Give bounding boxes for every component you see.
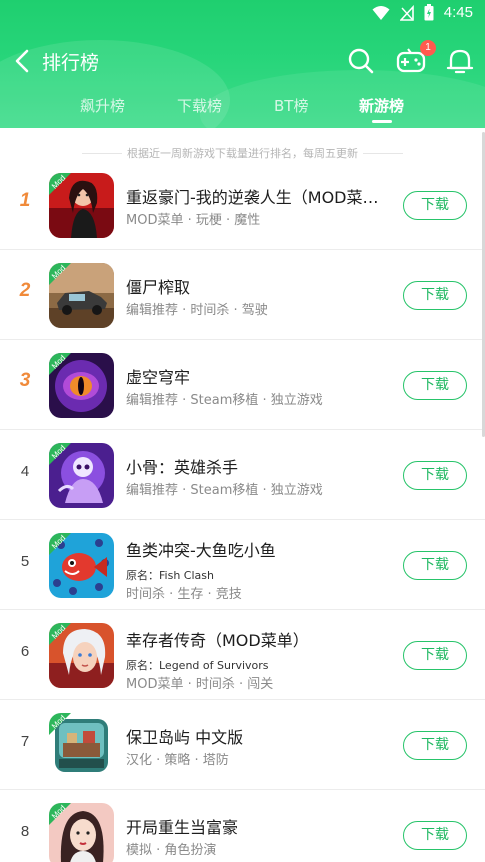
notice-divider-right (363, 153, 403, 154)
app-name: 小骨：英雄杀手 (126, 458, 239, 477)
status-bar: 4:45 (0, 0, 485, 28)
list-item[interactable]: 1 Mod 重返豪门-我的逆袭人生（MOD菜单... MOD菜单 · 玩梗 · … (0, 160, 485, 250)
app-icon[interactable]: Mod (49, 533, 114, 598)
wifi-icon (372, 5, 390, 20)
active-tab-indicator (372, 120, 392, 123)
app-tags: 汉化 · 策略 · 塔防 (126, 753, 229, 768)
download-button[interactable]: 下载 (403, 191, 467, 220)
list-item[interactable]: 5 Mod 鱼类冲突-大鱼吃小鱼 原名：Fish Clash 时间杀 · 生存 … (0, 520, 485, 610)
list-item[interactable]: 3 Mod 虚空穹牢 编辑推荐 · Steam移植 · 独立游戏 下载 (0, 340, 485, 430)
app-name: 幸存者传奇（MOD菜单） (126, 631, 309, 650)
rank-number: 4 (20, 463, 30, 480)
app-icon[interactable]: Mod (49, 623, 114, 688)
battery-icon (424, 4, 434, 21)
search-icon[interactable] (346, 46, 376, 76)
app-name: 开局重生当富豪 (126, 818, 239, 837)
app-name: 僵尸榨取 (126, 278, 191, 297)
list-item[interactable]: 7 Mod 保卫岛屿 中文版 汉化 · 策略 · 塔防 下载 (0, 700, 485, 790)
app-tags: 编辑推荐 · 时间杀 · 驾驶 (126, 303, 268, 318)
app-icon[interactable]: Mod (49, 443, 114, 508)
app-original-name: 原名：Legend of Survivors (126, 659, 269, 672)
download-button[interactable]: 下载 (403, 371, 467, 400)
download-button[interactable]: 下载 (403, 281, 467, 310)
header-bar: 4:45 排行榜 1 飙升榜 下载榜 BT榜 新游榜 (0, 0, 485, 128)
tab-bt[interactable]: BT榜 (274, 95, 308, 116)
rank-number: 2 (19, 280, 31, 301)
download-button[interactable]: 下载 (403, 731, 467, 760)
tab-new-games[interactable]: 新游榜 (359, 95, 404, 116)
list-item[interactable]: 8 Mod 开局重生当富豪 模拟 · 角色扮演 下载 (0, 790, 485, 862)
tab-rising[interactable]: 飙升榜 (80, 95, 125, 116)
back-arrow-icon[interactable] (12, 48, 36, 74)
app-icon[interactable]: Mod (49, 353, 114, 418)
list-item[interactable]: 2 Mod 僵尸榨取 编辑推荐 · 时间杀 · 驾驶 下载 (0, 250, 485, 340)
notification-badge: 1 (420, 40, 436, 56)
signal-icon (399, 4, 414, 21)
title-bar: 排行榜 (0, 40, 485, 84)
rank-number: 3 (19, 370, 31, 391)
app-tags: MOD菜单 · 时间杀 · 闯关 (126, 677, 274, 692)
app-icon[interactable]: Mod (49, 803, 114, 862)
tab-bar: 飙升榜 下载榜 BT榜 新游榜 (0, 92, 485, 128)
app-tags: MOD菜单 · 玩梗 · 魔性 (126, 213, 261, 228)
app-original-name: 原名：Fish Clash (126, 569, 214, 582)
app-icon[interactable]: Mod (49, 713, 114, 778)
download-button[interactable]: 下载 (403, 821, 467, 850)
app-tags: 模拟 · 角色扮演 (126, 843, 217, 858)
bell-icon[interactable] (445, 46, 475, 76)
app-name: 保卫岛屿 中文版 (126, 728, 244, 747)
rank-number: 6 (20, 643, 30, 660)
rank-number: 7 (20, 733, 30, 750)
rank-number: 5 (20, 553, 30, 570)
download-button[interactable]: 下载 (403, 551, 467, 580)
status-time: 4:45 (443, 4, 473, 21)
list-item[interactable]: 6 Mod 幸存者传奇（MOD菜单） 原名：Legend of Survivor… (0, 610, 485, 700)
download-button[interactable]: 下载 (403, 641, 467, 670)
rank-number: 8 (20, 823, 30, 840)
app-tags: 编辑推荐 · Steam移植 · 独立游戏 (126, 393, 323, 408)
rank-number: 1 (19, 190, 31, 211)
app-name: 虚空穹牢 (126, 368, 191, 387)
tab-downloads[interactable]: 下载榜 (177, 95, 222, 116)
download-button[interactable]: 下载 (403, 461, 467, 490)
app-name: 重返豪门-我的逆袭人生（MOD菜单... (126, 188, 391, 207)
app-icon[interactable]: Mod (49, 263, 114, 328)
app-name: 鱼类冲突-大鱼吃小鱼 (126, 541, 276, 560)
app-icon[interactable]: Mod (49, 173, 114, 238)
page-title: 排行榜 (42, 52, 100, 74)
app-tags: 编辑推荐 · Steam移植 · 独立游戏 (126, 483, 323, 498)
app-tags: 时间杀 · 生存 · 竞技 (126, 587, 242, 602)
list-item[interactable]: 4 Mod 小骨：英雄杀手 编辑推荐 · Steam移植 · 独立游戏 下载 (0, 430, 485, 520)
